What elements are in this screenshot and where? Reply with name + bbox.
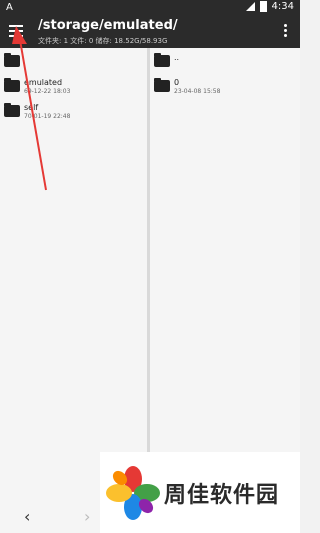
item-date: 23-04-08 15:58 [174, 88, 221, 95]
storage-stats: 文件夹: 1 文件: 0 储存: 18.52G/58.93G [38, 37, 168, 45]
signal-icon [245, 2, 255, 11]
watermark: 周佳软件园 [100, 452, 300, 533]
status-time: 4:34 [271, 1, 294, 12]
folder-icon [154, 78, 170, 92]
status-icons: 4:34 [245, 1, 294, 12]
flower-logo-icon [106, 465, 160, 520]
folder-icon [4, 53, 20, 67]
overflow-menu-icon[interactable] [284, 24, 288, 39]
menu-icon[interactable] [9, 25, 23, 39]
item-name: self [24, 103, 39, 112]
item-date: 70-01-19 22:48 [24, 113, 71, 120]
watermark-text: 周佳软件园 [164, 482, 280, 508]
item-name: 0 [174, 78, 180, 87]
battery-icon [259, 1, 267, 12]
back-button[interactable]: ‹ [24, 507, 30, 526]
status-bar: A 4:34 [0, 0, 300, 16]
forward-button[interactable]: › [84, 507, 90, 526]
notification-icon: A [6, 2, 13, 13]
item-name: emulated [24, 78, 63, 87]
folder-icon [4, 78, 20, 92]
folder-icon [4, 103, 20, 117]
app-bar: /storage/emulated/ 文件夹: 1 文件: 0 储存: 18.5… [0, 16, 300, 48]
current-path: /storage/emulated/ [38, 18, 178, 33]
folder-icon [154, 53, 170, 67]
item-name: .. [174, 53, 180, 62]
item-date: 69-12-22 18:03 [24, 88, 71, 95]
